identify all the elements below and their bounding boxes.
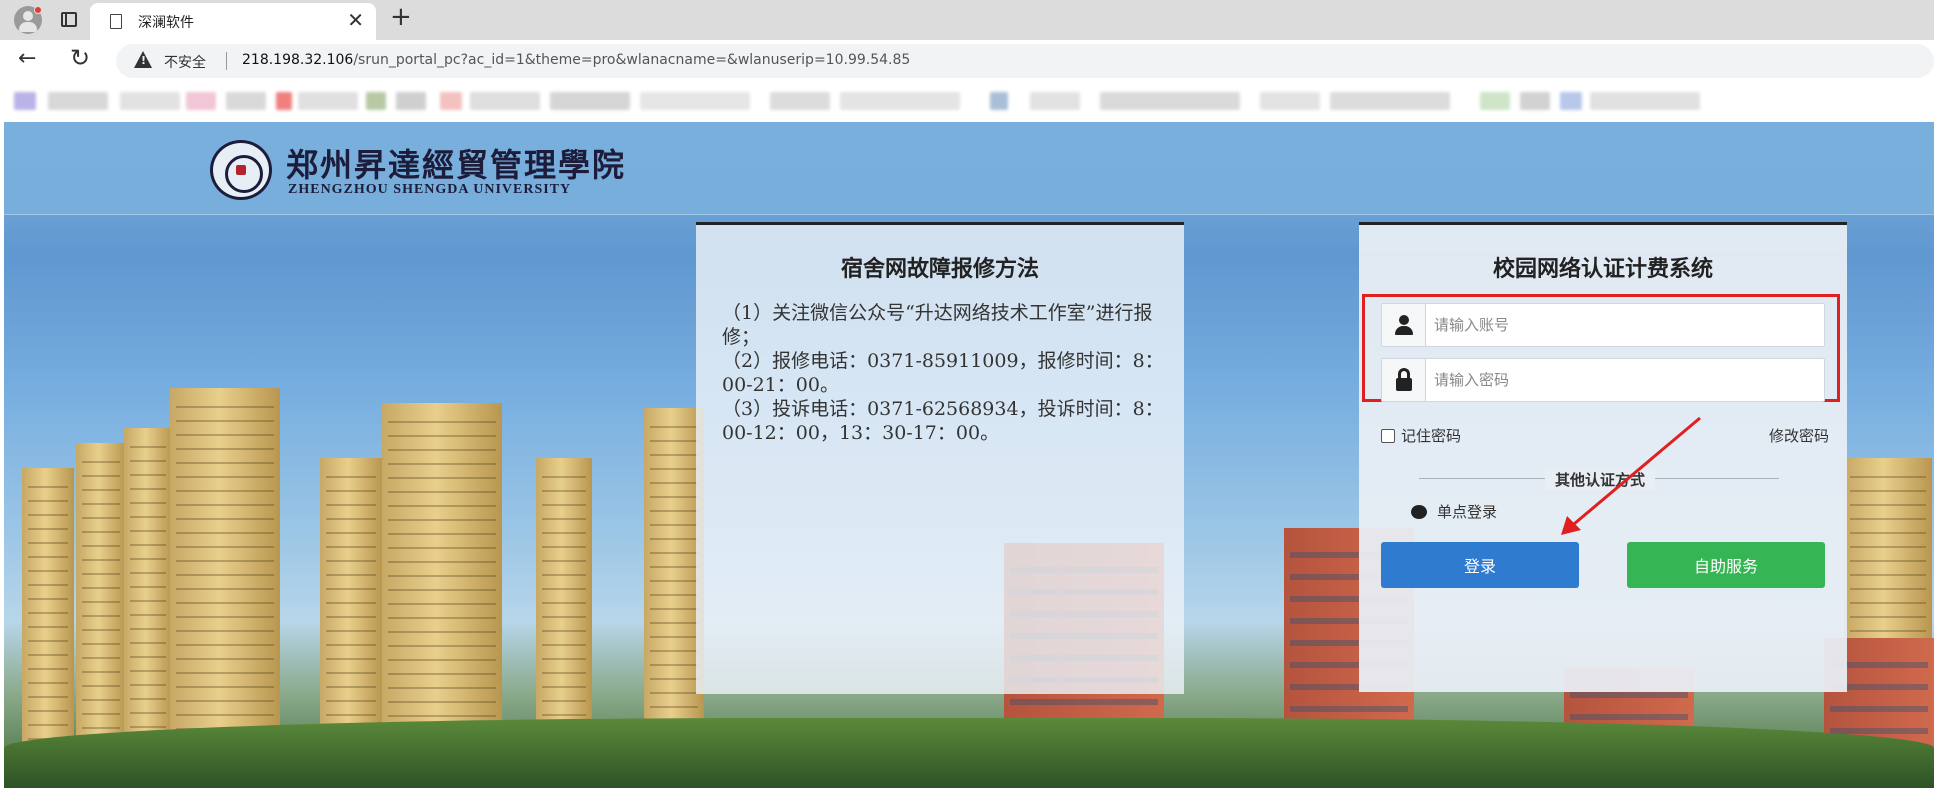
url-path: /srun_portal_pc?ac_id=1&theme=pro&wlanac…: [353, 52, 911, 68]
login-button[interactable]: 登录: [1381, 542, 1579, 588]
bookmark-item[interactable]: [640, 92, 750, 110]
bookmark-item[interactable]: [990, 92, 1008, 110]
bookmark-item[interactable]: [226, 92, 266, 110]
bookmark-item[interactable]: [840, 92, 960, 110]
close-tab-icon[interactable]: ✕: [347, 8, 364, 32]
bookmark-item[interactable]: [276, 92, 292, 110]
browser-tab-bar: 深澜软件 ✕ +: [0, 0, 1934, 40]
other-auth-label: 其他认证方式: [1545, 469, 1656, 490]
bookmark-item[interactable]: [1560, 92, 1582, 110]
bookmark-item[interactable]: [1480, 92, 1510, 110]
bookmark-item[interactable]: [1590, 92, 1700, 110]
portal-header: 郑州昇達經貿管理學院 ZHENGZHOU SHENGDA UNIVERSITY: [4, 122, 1934, 215]
lock-icon: [1382, 359, 1426, 401]
new-tab-button[interactable]: +: [390, 2, 412, 32]
profile-avatar-icon[interactable]: [14, 6, 42, 34]
bookmark-item[interactable]: [14, 92, 36, 110]
bookmark-item[interactable]: [120, 92, 180, 110]
bookmark-item[interactable]: [48, 92, 108, 110]
remember-label[interactable]: 记住密码: [1401, 425, 1461, 446]
university-name-en: ZHENGZHOU SHENGDA UNIVERSITY: [288, 182, 572, 197]
bookmark-item[interactable]: [186, 92, 216, 110]
university-emblem-icon: [210, 140, 272, 200]
notice-line: （3）投诉电话：0371-62568934，投诉时间：8：00-12：00，13…: [722, 398, 1164, 444]
remember-checkbox[interactable]: [1381, 428, 1395, 443]
bookmark-item[interactable]: [298, 92, 358, 110]
university-name-cn: 郑州昇達經貿管理學院: [286, 146, 627, 184]
change-password-link[interactable]: 修改密码: [1769, 425, 1829, 446]
bookmark-item[interactable]: [1030, 92, 1080, 110]
bookmark-item[interactable]: [770, 92, 830, 110]
repair-notice-panel: 宿舍网故障报修方法 （1）关注微信公众号“升达网络技术工作室”进行报修； （2）…: [696, 222, 1184, 694]
address-separator: [226, 52, 227, 70]
sso-login-option[interactable]: 单点登录: [1411, 501, 1497, 522]
tree-line: [4, 718, 1934, 788]
address-bar[interactable]: 不安全 218.198.32.106/srun_portal_pc?ac_id=…: [116, 44, 1934, 78]
bookmarks-bar: [0, 82, 1934, 122]
bookmark-item[interactable]: [396, 92, 426, 110]
page-file-icon: [110, 14, 122, 29]
bookmark-item[interactable]: [1260, 92, 1320, 110]
tab-title: 深澜软件: [138, 15, 194, 31]
reload-icon[interactable]: ↻: [70, 44, 90, 72]
bookmark-item[interactable]: [366, 92, 386, 110]
bookmark-item[interactable]: [550, 92, 630, 110]
sso-label[interactable]: 单点登录: [1437, 501, 1497, 522]
notice-line: （1）关注微信公众号“升达网络技术工作室”进行报修；: [722, 302, 1153, 348]
notice-line: （2）报修电话：0371-85911009，报修时间：8：00-21：00。: [722, 350, 1164, 396]
notice-body: （1）关注微信公众号“升达网络技术工作室”进行报修； （2）报修电话：0371-…: [722, 301, 1174, 445]
browser-tab[interactable]: 深澜软件 ✕: [90, 3, 376, 40]
login-title: 校园网络认证计费系统: [1492, 257, 1713, 282]
warning-icon[interactable]: [134, 51, 152, 68]
self-service-button[interactable]: 自助服务: [1627, 542, 1825, 588]
insecure-label[interactable]: 不安全: [164, 52, 206, 72]
bookmark-item[interactable]: [1330, 92, 1450, 110]
user-icon: [1382, 304, 1426, 346]
tab-overview-icon[interactable]: [61, 12, 77, 27]
username-input[interactable]: [1434, 304, 1814, 346]
notice-title: 宿舍网故障报修方法: [840, 257, 1039, 282]
remember-password[interactable]: 记住密码: [1381, 425, 1461, 446]
back-arrow-icon[interactable]: ←: [18, 46, 36, 71]
browser-toolbar: ← ↻ 不安全 218.198.32.106/srun_portal_pc?ac…: [0, 40, 1934, 82]
password-field[interactable]: [1381, 358, 1825, 402]
bookmark-item[interactable]: [1520, 92, 1550, 110]
portal-page: 郑州昇達經貿管理學院 ZHENGZHOU SHENGDA UNIVERSITY …: [4, 122, 1934, 788]
sso-icon: [1411, 504, 1427, 519]
bookmark-item[interactable]: [470, 92, 540, 110]
username-field[interactable]: [1381, 303, 1825, 347]
bookmark-item[interactable]: [440, 92, 462, 110]
bookmark-item[interactable]: [1100, 92, 1240, 110]
password-input[interactable]: [1434, 359, 1814, 401]
login-panel: 校园网络认证计费系统 记住密码 修改密码 其他认证方式 单点登录 登录 自助服务: [1359, 222, 1847, 692]
url-text[interactable]: 218.198.32.106/srun_portal_pc?ac_id=1&th…: [242, 52, 910, 68]
url-host: 218.198.32.106: [242, 52, 354, 68]
